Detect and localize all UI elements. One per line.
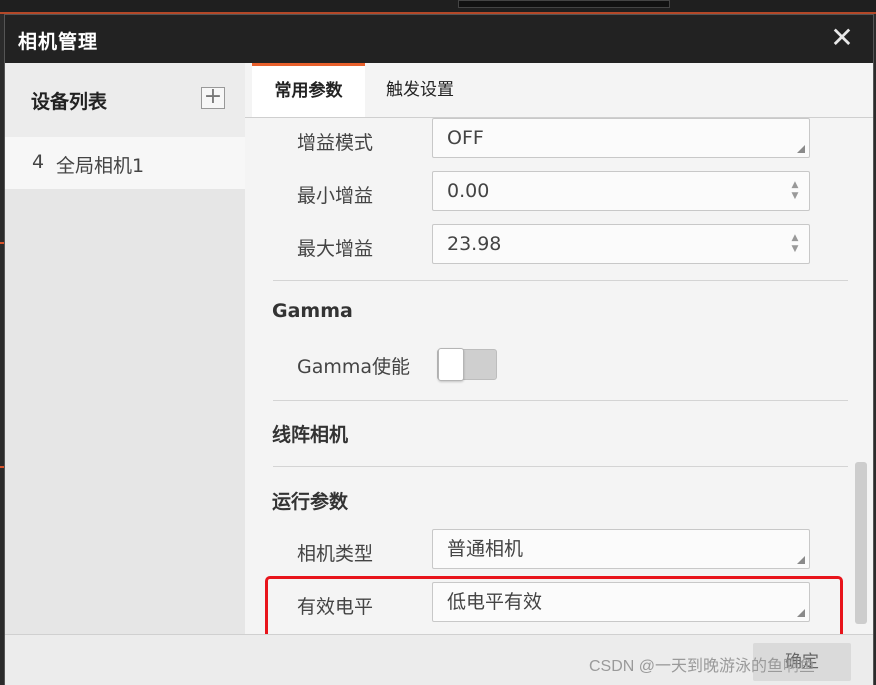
device-name: 全局相机1 [56, 155, 145, 177]
gain-mode-select[interactable]: OFF [432, 118, 810, 158]
line-camera-section-title: 线阵相机 [272, 424, 349, 446]
gamma-section-title: Gamma [272, 300, 353, 322]
toggle-knob [438, 348, 464, 381]
active-level-select[interactable]: 低电平有效 [432, 582, 810, 622]
gamma-enable-toggle[interactable] [437, 348, 497, 381]
device-list-title: 设备列表 [31, 91, 108, 113]
tab-trigger-settings[interactable]: 触发设置 [386, 63, 454, 117]
section-divider [273, 400, 848, 401]
spin-arrows-icon[interactable]: ▲ ▼ [790, 233, 800, 255]
min-gain-label: 最小增益 [297, 185, 374, 207]
parameter-scroll-area: 增益模式 OFF 最小增益 0.00 ▲ ▼ 最大增益 23.98 ▲ ▼ Gamm… [245, 118, 850, 634]
tab-common-params[interactable]: 常用参数 [252, 63, 365, 117]
device-index: 4 [32, 151, 45, 173]
device-list-item[interactable]: 4 全局相机1 [5, 137, 245, 189]
dialog-titlebar: 相机管理 ✕ [5, 15, 873, 63]
active-level-label: 有效电平 [297, 596, 374, 618]
background-field [458, 0, 670, 8]
max-gain-spinbox[interactable]: 23.98 ▲ ▼ [432, 224, 810, 264]
sidebar-header: 设备列表 + [5, 63, 245, 137]
section-divider [273, 280, 848, 281]
tab-bar: 常用参数 触发设置 [245, 63, 873, 118]
min-gain-spinbox[interactable]: 0.00 ▲ ▼ [432, 171, 810, 211]
min-gain-value: 0.00 [447, 180, 490, 202]
section-divider [273, 466, 848, 467]
camera-type-select[interactable]: 普通相机 [432, 529, 810, 569]
camera-type-value: 普通相机 [447, 538, 524, 560]
parameter-panel: 常用参数 触发设置 增益模式 OFF 最小增益 0.00 ▲ ▼ 最大增益 23.… [245, 63, 873, 634]
device-list-sidebar: 设备列表 + 4 全局相机1 [5, 63, 245, 634]
active-level-value: 低电平有效 [447, 591, 543, 613]
max-gain-value: 23.98 [447, 233, 502, 255]
runtime-section-title: 运行参数 [272, 491, 349, 513]
gain-mode-value: OFF [447, 127, 484, 149]
gain-mode-label: 增益模式 [297, 132, 374, 154]
vertical-scrollbar[interactable] [855, 462, 867, 624]
camera-type-label: 相机类型 [297, 543, 374, 565]
max-gain-label: 最大增益 [297, 238, 374, 260]
camera-management-dialog: 相机管理 ✕ 设备列表 + 4 全局相机1 常用参数 触发设置 增益模式 OFF… [4, 14, 874, 685]
close-icon[interactable]: ✕ [825, 21, 859, 55]
dialog-title: 相机管理 [18, 31, 99, 53]
gamma-enable-label: Gamma使能 [297, 356, 411, 378]
watermark-text: CSDN @一天到晚游泳的鱼啊鱼 [589, 658, 816, 675]
spin-arrows-icon[interactable]: ▲ ▼ [790, 180, 800, 202]
add-device-button[interactable]: + [201, 86, 225, 109]
